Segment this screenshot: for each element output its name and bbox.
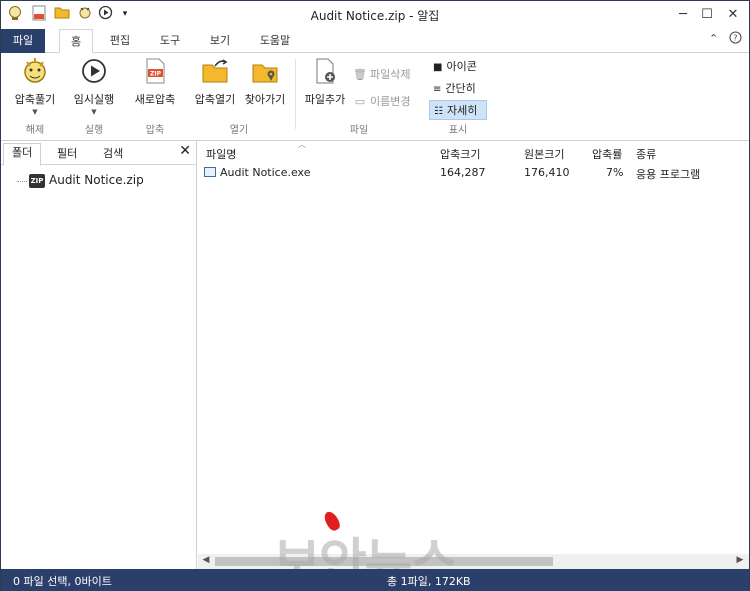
ribbon-separator: [295, 59, 296, 129]
tab-home[interactable]: 홈: [59, 29, 93, 54]
group-label-run: 실행: [84, 125, 104, 136]
browse-button[interactable]: 찾아가기: [241, 57, 289, 107]
folder-pin-icon: [251, 57, 279, 85]
title-bar: ▾ Audit Notice.zip - 알집 ─ ☐ ✕: [1, 1, 749, 29]
tree-connector: [17, 181, 27, 182]
rename-button[interactable]: ▭ 이름변경: [353, 93, 411, 109]
svg-text:ZIP: ZIP: [150, 71, 162, 78]
add-file-icon: [311, 57, 339, 85]
temp-run-button[interactable]: 임시실행 ▼: [67, 57, 121, 116]
type-cell: 응용 프로그램: [636, 168, 701, 181]
column-header-name[interactable]: 파일명: [206, 146, 236, 162]
group-label-view: 표시: [448, 125, 468, 136]
status-total: 총 1파일, 172KB: [387, 575, 471, 588]
trash-icon: 🗑: [353, 68, 367, 81]
svg-text:?: ?: [733, 34, 737, 43]
tab-edit[interactable]: 편집: [103, 29, 137, 53]
tab-search[interactable]: 검색: [95, 145, 131, 165]
tree-item-archive[interactable]: ZIP Audit Notice.zip: [29, 173, 144, 188]
group-label-open: 열기: [229, 125, 249, 136]
new-zip-button[interactable]: ZIP 새로압축: [129, 57, 181, 107]
view-icons-button[interactable]: ■ 아이콘: [429, 57, 487, 77]
status-selection: 0 파일 선택, 0바이트: [13, 575, 112, 588]
collapse-ribbon-icon[interactable]: ⌃: [709, 32, 718, 45]
ribbon: 압축풀기 ▼ 해제 임시실행 ▼ 실행 ZIP 새로압축 압축 압축열기 찾아가…: [1, 53, 749, 141]
chevron-down-icon: ▼: [32, 108, 38, 116]
extract-button[interactable]: 압축풀기 ▼: [9, 57, 61, 116]
add-file-button[interactable]: 파일추가: [299, 57, 351, 107]
open-archive-button[interactable]: 압축열기: [189, 57, 241, 107]
tab-view[interactable]: 보기: [203, 29, 237, 53]
column-header-packed[interactable]: 압축크기: [440, 146, 480, 162]
scroll-right-icon[interactable]: ▶: [733, 555, 747, 565]
group-label-file: 파일: [349, 125, 369, 136]
ratio-cell: 7%: [606, 166, 624, 179]
tab-filter[interactable]: 필터: [49, 145, 85, 165]
view-simple-button[interactable]: ≡ 간단히: [429, 79, 487, 99]
column-header-original[interactable]: 원본크기: [524, 146, 564, 162]
file-name-cell: Audit Notice.exe: [204, 166, 311, 179]
view-detail-button[interactable]: ☷ 자세히: [429, 100, 487, 120]
table-row[interactable]: Audit Notice.exe 164,287 176,410 7% 응용 프…: [198, 164, 749, 182]
zip-file-icon: ZIP: [141, 57, 169, 85]
scroll-left-icon[interactable]: ◀: [199, 555, 213, 565]
play-circle-icon: [80, 57, 108, 85]
column-header-ratio[interactable]: 압축률: [592, 146, 622, 162]
exe-file-icon: [204, 167, 216, 177]
packed-size-cell: 164,287: [440, 166, 486, 179]
extract-face-icon: [21, 57, 49, 85]
folder-arrow-icon: [201, 57, 229, 85]
group-label-compress: 압축: [145, 125, 165, 136]
tab-help[interactable]: 도움말: [253, 29, 297, 53]
tab-folder[interactable]: 폴더: [3, 143, 42, 166]
file-list: ︿ 파일명 압축크기 원본크기 압축률 종류 Audit Notice.exe …: [198, 140, 749, 569]
column-header-type[interactable]: 종류: [636, 146, 656, 162]
status-bar: 0 파일 선택, 0바이트 총 1파일, 172KB: [1, 569, 749, 591]
tab-tools[interactable]: 도구: [153, 29, 187, 53]
rename-icon: ▭: [354, 95, 366, 108]
window-title: Audit Notice.zip - 알집: [310, 9, 440, 23]
close-button[interactable]: ✕: [713, 3, 750, 27]
app-window: ▾ Audit Notice.zip - 알집 ─ ☐ ✕ 파일 홈 편집 도구…: [0, 0, 750, 591]
left-pane: 폴더 필터 검색 ✕ ZIP Audit Notice.zip: [1, 141, 197, 569]
original-size-cell: 176,410: [524, 166, 570, 179]
delete-file-button[interactable]: 🗑 파일삭제: [353, 66, 410, 82]
list-icon: ≡: [433, 84, 442, 95]
close-pane-icon[interactable]: ✕: [179, 143, 191, 159]
sort-ascending-icon: ︿: [298, 140, 306, 149]
help-icon[interactable]: ?: [729, 31, 742, 47]
zip-archive-icon: ZIP: [29, 173, 45, 188]
ribbon-tab-bar: 파일 홈 편집 도구 보기 도움말 ⌃ ?: [1, 29, 749, 54]
tab-file[interactable]: 파일: [1, 29, 45, 53]
file-list-header: ︿ 파일명 압축크기 원본크기 압축률 종류: [198, 140, 749, 163]
chevron-down-icon: ▼: [91, 108, 97, 116]
left-pane-tabs: 폴더 필터 검색 ✕: [1, 141, 197, 166]
group-label-extract: 해제: [25, 125, 45, 136]
detail-list-icon: ☷: [434, 106, 443, 117]
grid-icon: ■: [433, 62, 443, 73]
